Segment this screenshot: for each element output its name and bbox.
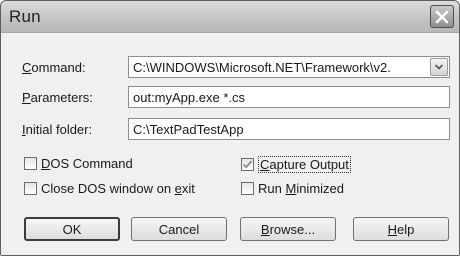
close-dos-window-option[interactable]: Close DOS window on exit (24, 181, 195, 196)
chevron-down-icon (434, 64, 444, 70)
command-combobox[interactable]: C:\WINDOWS\Microsoft.NET\Framework\v2. (128, 56, 450, 78)
close-dos-window-checkbox[interactable] (24, 182, 37, 195)
capture-output-checkbox[interactable] (241, 158, 254, 171)
parameters-label: Parameters: (22, 90, 93, 105)
parameters-value: out:myApp.exe *.cs (133, 90, 245, 105)
command-label: Command: (22, 60, 86, 75)
initial-folder-value: C:\TextPadTestApp (133, 122, 244, 137)
close-dos-window-label: Close DOS window on exit (41, 181, 195, 196)
close-icon (435, 10, 449, 23)
capture-output-label: Capture Output (258, 156, 351, 173)
checkmark-icon (242, 160, 253, 169)
run-dialog: Run Command: C:\WINDOWS\Microsoft.NET\Fr… (0, 0, 460, 256)
window-title: Run (9, 7, 41, 26)
dos-command-checkbox[interactable] (24, 157, 37, 170)
run-minimized-checkbox[interactable] (241, 182, 254, 195)
initial-folder-input[interactable]: C:\TextPadTestApp (128, 118, 450, 140)
cancel-button[interactable]: Cancel (131, 217, 227, 241)
run-minimized-option[interactable]: Run Minimized (241, 181, 344, 196)
ok-button[interactable]: OK (24, 217, 120, 241)
browse-button[interactable]: Browse... (240, 217, 336, 241)
dos-command-label: DOS Command (41, 156, 133, 171)
close-button[interactable] (430, 5, 454, 28)
command-dropdown-button[interactable] (430, 58, 448, 76)
initial-folder-label: Initial folder: (22, 122, 93, 137)
help-button[interactable]: Help (353, 217, 449, 241)
title-bar[interactable]: Run (1, 1, 459, 33)
capture-output-option[interactable]: Capture Output (241, 156, 351, 173)
command-value: C:\WINDOWS\Microsoft.NET\Framework\v2. (133, 60, 391, 75)
run-minimized-label: Run Minimized (258, 181, 344, 196)
parameters-input[interactable]: out:myApp.exe *.cs (128, 86, 450, 108)
dos-command-option[interactable]: DOS Command (24, 156, 133, 171)
